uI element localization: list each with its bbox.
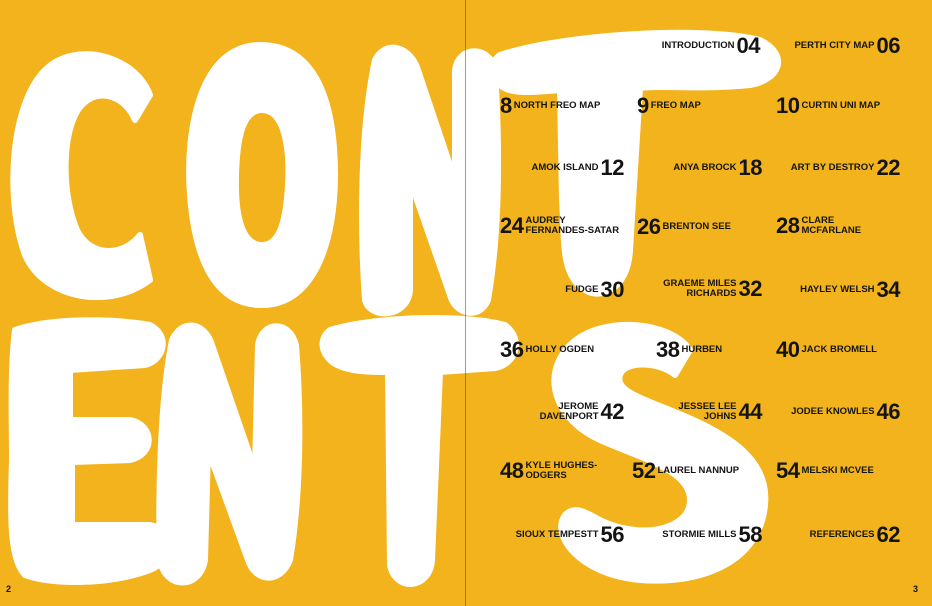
toc-name: STORMIE MILLS [662, 529, 737, 540]
toc-page: 30 [600, 277, 625, 302]
letter-n [359, 44, 502, 317]
toc-name: BRENTON SEE [662, 221, 731, 232]
toc-name: JESSEE LEE JOHNS [678, 401, 737, 422]
toc-name: SIOUX TEMPESTT [515, 529, 599, 540]
toc-entry-laurel-nannup[interactable]: 52 LAUREL NANNUP [632, 460, 739, 482]
spread-gutter [465, 0, 466, 606]
toc-name: PERTH CITY MAP [794, 40, 875, 51]
toc-entry-anya-brock[interactable]: ANYA BROCK 18 [673, 157, 762, 179]
toc-name: MELSKI MCVEE [801, 465, 874, 476]
toc-name: AUDREY FERNANDES-SATAR [525, 215, 620, 236]
toc-page: 18 [738, 155, 763, 180]
letter-t-second [319, 315, 519, 587]
toc-entry-jessee-lee-johns[interactable]: JESSEE LEE JOHNS 44 [678, 401, 762, 423]
toc-page: 34 [876, 277, 901, 302]
toc-entry-melski-mcvee[interactable]: 54 MELSKI MCVEE [776, 460, 874, 482]
toc-page: 04 [736, 33, 761, 58]
toc-name: FREO MAP [650, 100, 701, 111]
toc-page: 62 [876, 522, 901, 547]
toc-page: 58 [738, 522, 763, 547]
toc-name: ANYA BROCK [673, 162, 737, 173]
magazine-spread: INTRODUCTION 04 PERTH CITY MAP 06 8 NORT… [0, 0, 932, 606]
toc-name: JACK BROMELL [801, 344, 877, 355]
toc-page: 40 [776, 337, 800, 362]
toc-name: CURTIN UNI MAP [801, 100, 881, 111]
toc-page: 48 [500, 458, 524, 483]
toc-page: 52 [632, 458, 656, 483]
toc-name: JODEE KNOWLES [791, 406, 875, 417]
toc-page: 24 [500, 213, 524, 238]
toc-page: 56 [600, 522, 625, 547]
toc-page: 32 [738, 276, 763, 301]
toc-page: 44 [738, 399, 763, 424]
toc-name: GRAEME MILES RICHARDS [663, 278, 737, 299]
toc-page: 10 [776, 93, 800, 118]
toc-page: 28 [776, 213, 800, 238]
toc-entry-kyle-hughes-odgers[interactable]: 48 KYLE HUGHES- ODGERS [500, 460, 597, 482]
toc-name: REFERENCES [809, 529, 875, 540]
contents-title-lettering [8, 29, 782, 587]
toc-entry-brenton-see[interactable]: 26 BRENTON SEE [637, 216, 731, 238]
toc-page: 9 [637, 93, 649, 118]
toc-page: 22 [876, 155, 901, 180]
toc-page: 8 [500, 93, 512, 118]
toc-page: 54 [776, 458, 800, 483]
toc-name: ART BY DESTROY [790, 162, 875, 173]
toc-name: HURBEN [681, 344, 723, 355]
toc-entry-fudge[interactable]: FUDGE 30 [565, 279, 624, 301]
toc-name: INTRODUCTION [661, 40, 735, 51]
toc-name: FUDGE [565, 284, 599, 295]
toc-page: 36 [500, 337, 524, 362]
toc-entry-curtin-uni-map[interactable]: 10 CURTIN UNI MAP [776, 95, 880, 117]
toc-entry-jodee-knowles[interactable]: JODEE KNOWLES 46 [791, 401, 900, 423]
toc-entry-introduction[interactable]: INTRODUCTION 04 [661, 33, 761, 58]
toc-page: 26 [637, 214, 661, 239]
toc-page: 12 [600, 155, 625, 180]
toc-entry-art-by-destroy[interactable]: ART BY DESTROY 22 [790, 155, 901, 180]
toc-name: KYLE HUGHES- ODGERS [525, 460, 598, 481]
toc-entry-stormie-mills[interactable]: STORMIE MILLS 58 [662, 524, 762, 546]
toc-name: NORTH FREO MAP [513, 100, 601, 111]
toc-name: HAYLEY WELSH [800, 284, 875, 295]
toc-entry-hayley-welsh[interactable]: HAYLEY WELSH 34 [800, 279, 900, 301]
toc-entry-north-freo-map[interactable]: 8 NORTH FREO MAP [500, 95, 600, 117]
toc-name: CLARE MCFARLANE [801, 215, 862, 236]
toc-page: 46 [876, 399, 901, 424]
toc-entry-graeme-miles-richards[interactable]: GRAEME MILES RICHARDS 32 [663, 278, 762, 300]
toc-name: HOLLY OGDEN [525, 344, 595, 355]
toc-name: AMOK ISLAND [531, 162, 599, 173]
toc-entry-references[interactable]: REFERENCES 62 [809, 522, 901, 547]
toc-entry-audrey-fernandes-satar[interactable]: 24 AUDREY FERNANDES-SATAR [500, 215, 619, 237]
toc-page: 42 [600, 399, 625, 424]
toc-entry-jack-bromell[interactable]: 40 JACK BROMELL [776, 339, 877, 361]
page-number-right: 3 [912, 584, 918, 594]
letter-e [8, 317, 172, 585]
letter-n-second [156, 322, 303, 586]
page-number-left: 2 [6, 584, 12, 594]
toc-name: LAUREL NANNUP [657, 465, 740, 476]
toc-page: 06 [876, 33, 901, 58]
letter-c [10, 51, 153, 301]
toc-entry-hurben[interactable]: 38 HURBEN [656, 339, 722, 361]
toc-entry-sioux-tempestt[interactable]: SIOUX TEMPESTT 56 [515, 522, 625, 547]
toc-entry-amok-island[interactable]: AMOK ISLAND 12 [531, 157, 624, 179]
toc-name: JEROME DAVENPORT [539, 401, 599, 422]
toc-entry-perth-city-map[interactable]: PERTH CITY MAP 06 [794, 35, 900, 57]
letter-o [186, 42, 338, 308]
toc-entry-freo-map[interactable]: 9 FREO MAP [637, 95, 701, 117]
toc-entry-holly-ogden[interactable]: 36 HOLLY OGDEN [500, 339, 594, 361]
toc-entry-clare-mcfarlane[interactable]: 28 CLARE MCFARLANE [776, 215, 861, 237]
toc-entry-jerome-davenport[interactable]: JEROME DAVENPORT 42 [539, 399, 625, 424]
toc-page: 38 [656, 337, 680, 362]
